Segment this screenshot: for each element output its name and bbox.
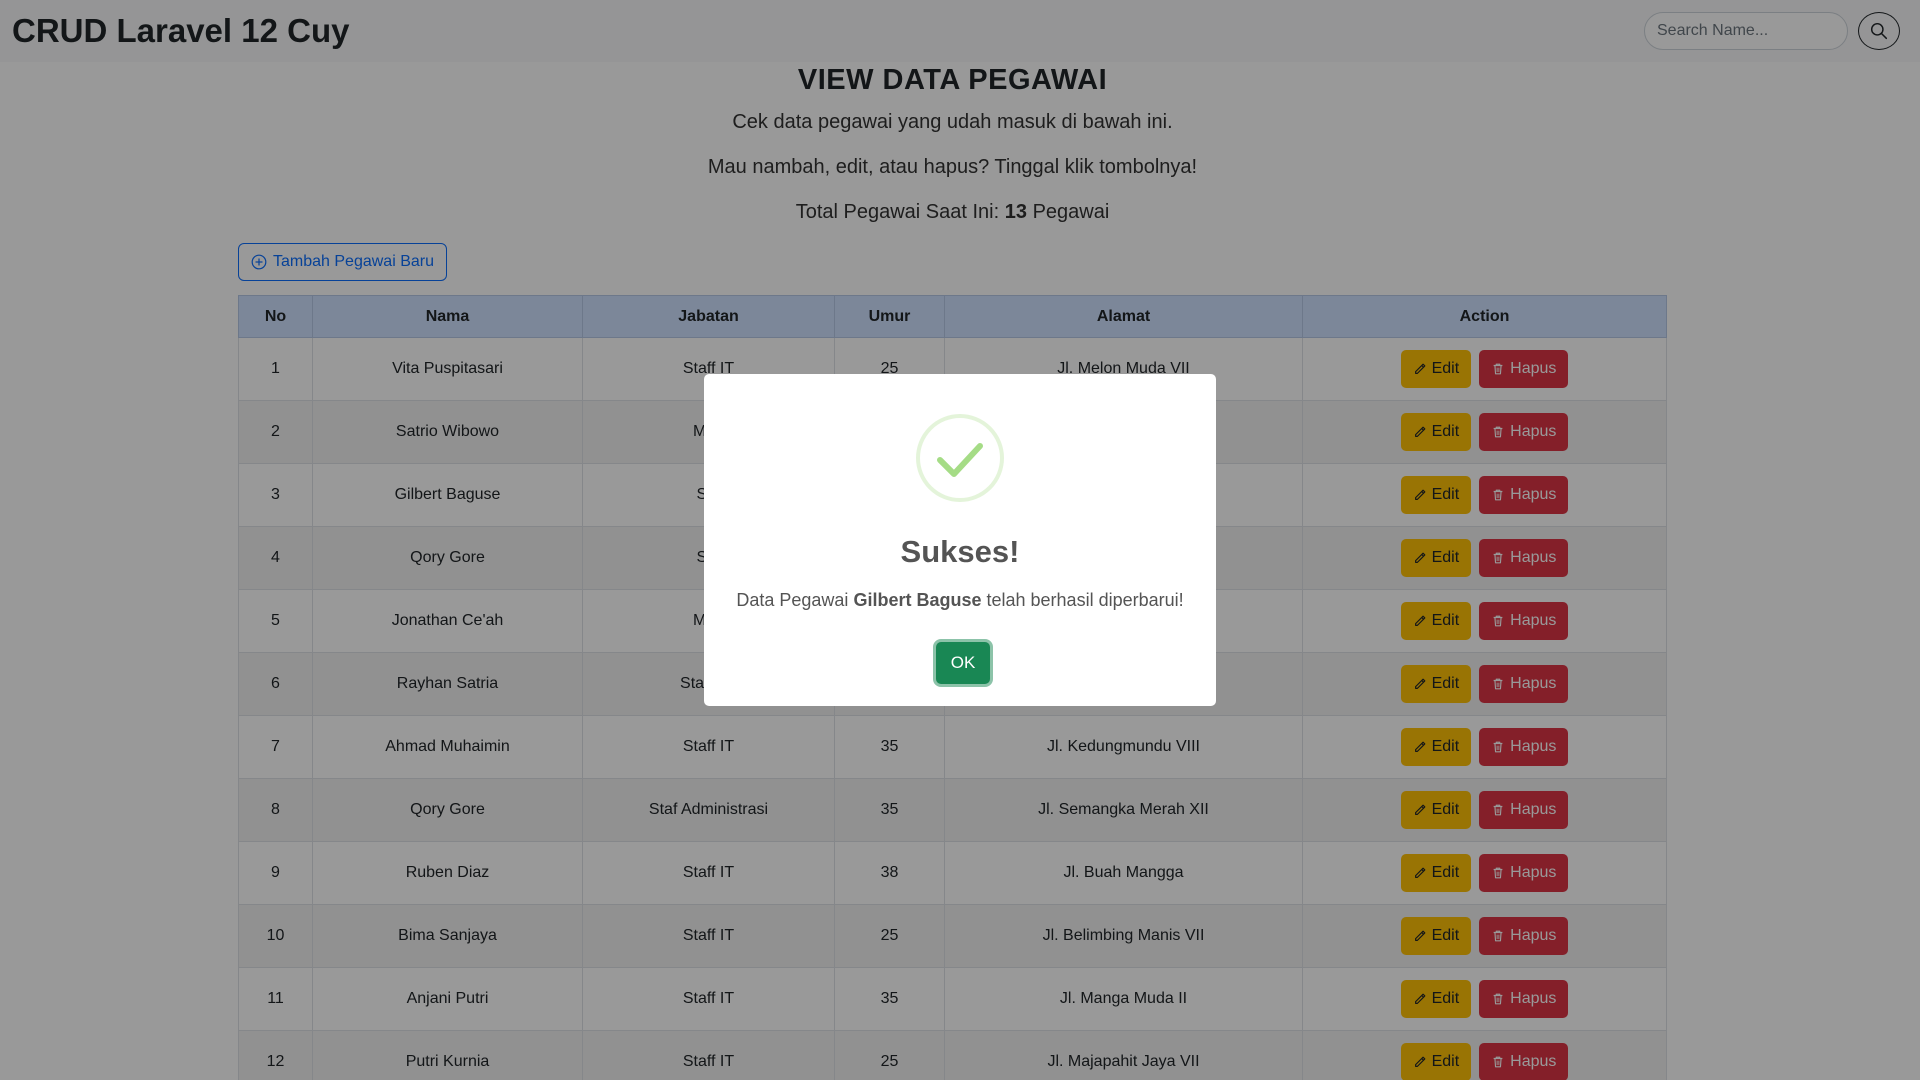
modal-text-prefix: Data Pegawai: [736, 590, 849, 610]
success-icon-ring: [916, 414, 1004, 502]
success-dialog: Sukses! Data Pegawai Gilbert Baguse tela…: [704, 374, 1216, 706]
checkmark-icon: [937, 443, 983, 477]
modal-title: Sukses!: [900, 534, 1020, 569]
ok-button[interactable]: OK: [936, 642, 990, 684]
modal-employee-name: Gilbert Baguse: [853, 590, 982, 610]
modal-text-suffix: telah berhasil diperbarui!: [986, 590, 1184, 610]
modal-message: Data Pegawai Gilbert Baguse telah berhas…: [704, 590, 1216, 611]
